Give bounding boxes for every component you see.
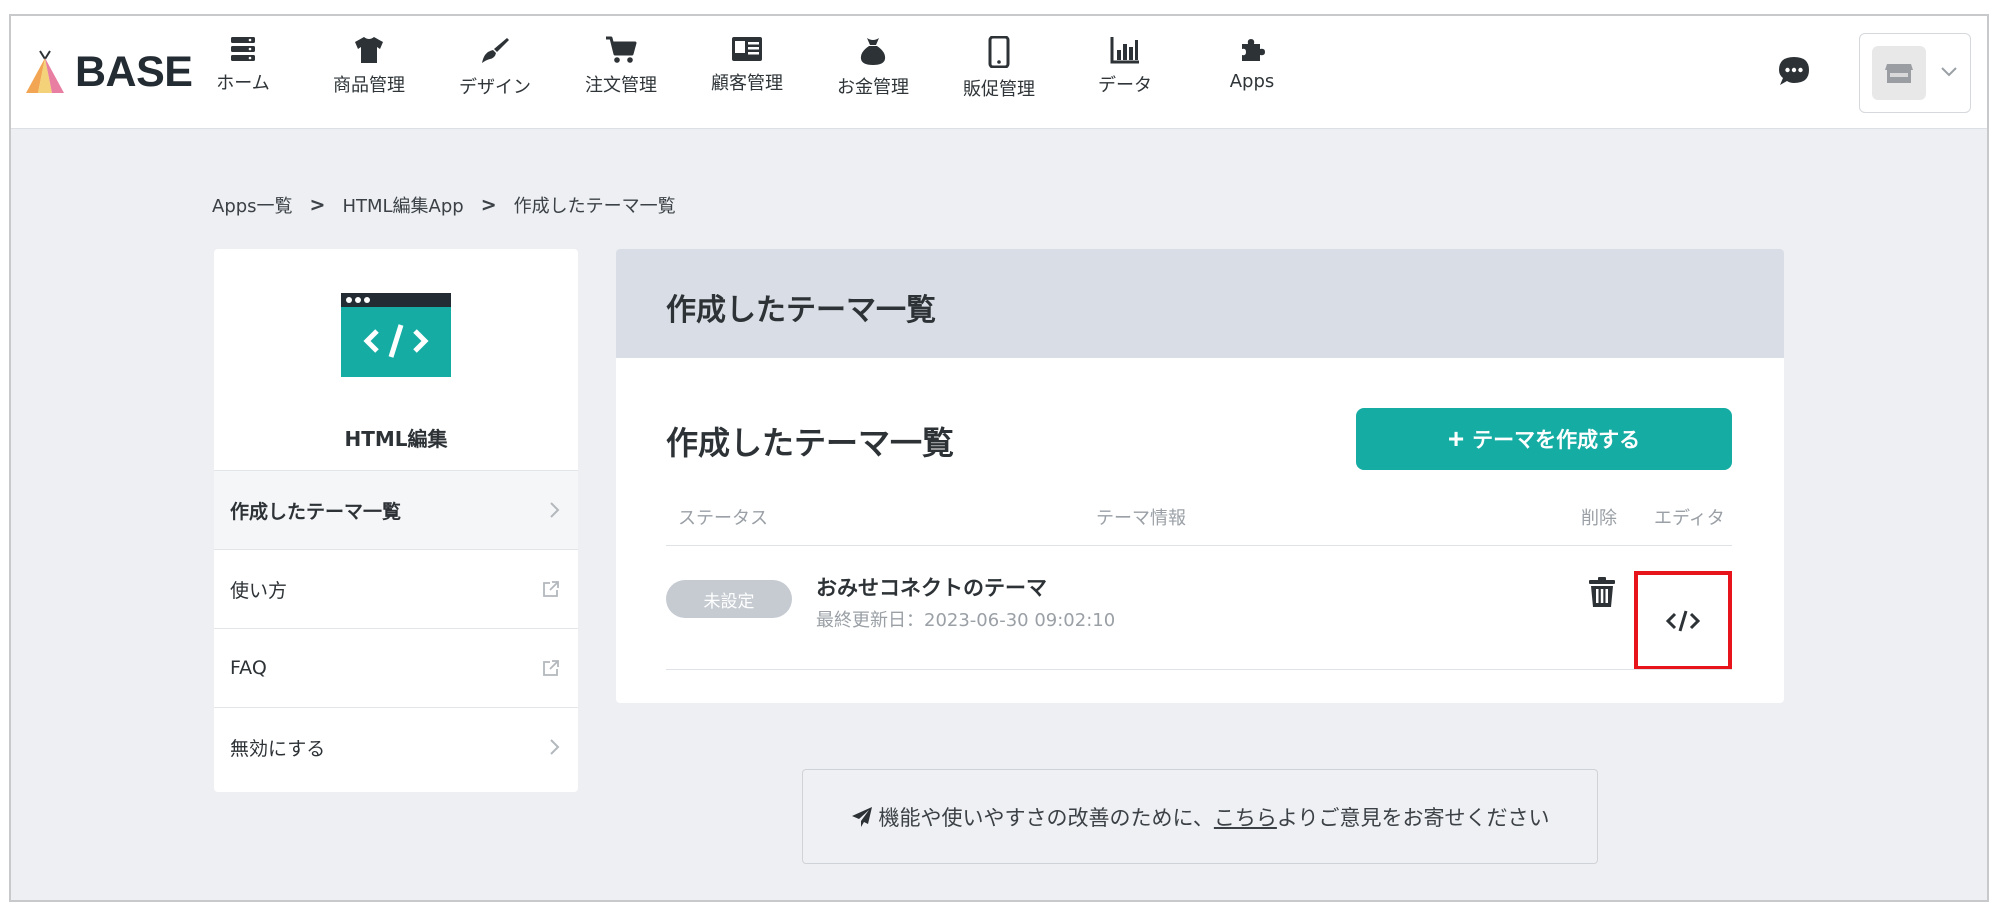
sidebar-item-label: 作成したテーマ一覧 <box>230 500 402 523</box>
delete-theme-button[interactable] <box>1588 576 1616 612</box>
nav-label: 顧客管理 <box>711 73 783 94</box>
feedback-link[interactable]: こちら <box>1214 802 1277 832</box>
sidebar-item-label: 無効にする <box>230 737 326 760</box>
chevron-right-icon <box>550 502 560 518</box>
nav-design[interactable]: デザイン <box>445 36 545 106</box>
nav-label: 販促管理 <box>963 79 1035 100</box>
nav-customers[interactable]: 顧客管理 <box>697 36 797 106</box>
tent-logo-icon <box>26 50 64 93</box>
open-editor-button[interactable] <box>1634 571 1732 670</box>
top-header: BASE ホーム 商品管理 デザイン 注文管理 顧客管理 お金管理 販促管理 デ… <box>11 16 1987 129</box>
trash-icon <box>1589 577 1615 607</box>
store-icon <box>1885 64 1913 83</box>
paintbrush-icon <box>482 38 509 63</box>
theme-updated-date: 最終更新日：2023-06-30 09:02:10 <box>816 610 1116 631</box>
breadcrumb-html-app[interactable]: HTML編集App <box>342 192 463 218</box>
page-title: 作成したテーマ一覧 <box>666 293 936 328</box>
create-theme-button[interactable]: + テーマを作成する <box>1356 408 1732 470</box>
sidebar-item-faq[interactable]: FAQ <box>214 628 578 707</box>
column-header-status: ステータス <box>678 508 768 529</box>
chevron-down-icon <box>1941 67 1957 77</box>
nav-apps[interactable]: Apps <box>1202 36 1302 106</box>
nav-label: 注文管理 <box>585 75 657 96</box>
sidebar-item-label: FAQ <box>230 657 267 679</box>
feedback-text: 機能や使いやすさの改善のために、 <box>878 805 1214 830</box>
table-divider <box>666 669 1732 670</box>
create-theme-label: テーマを作成する <box>1472 429 1641 452</box>
nav-money[interactable]: お金管理 <box>823 36 923 106</box>
breadcrumb-current: 作成したテーマ一覧 <box>513 196 676 217</box>
nav-label: Apps <box>1229 71 1275 92</box>
nav-promotion[interactable]: 販促管理 <box>949 36 1049 106</box>
breadcrumb-apps-list[interactable]: Apps一覧 <box>212 192 293 218</box>
nav-label: お金管理 <box>837 77 909 98</box>
feedback-banner: 機能や使いやすさの改善のために、 こちら よりご意見をお寄せください <box>802 769 1598 864</box>
tshirt-icon <box>355 37 383 63</box>
nav-products[interactable]: 商品管理 <box>319 36 419 106</box>
panel-header: 作成したテーマ一覧 <box>616 249 1784 358</box>
breadcrumb-separator: > <box>480 194 497 216</box>
nav-data[interactable]: データ <box>1075 36 1175 106</box>
code-icon <box>1666 610 1700 631</box>
app-frame: BASE ホーム 商品管理 デザイン 注文管理 顧客管理 お金管理 販促管理 デ… <box>9 14 1989 902</box>
theme-name: おみせコネクトのテーマ <box>816 576 1047 600</box>
chat-bubble-icon <box>1779 57 1809 85</box>
nav-orders[interactable]: 注文管理 <box>571 36 671 106</box>
nav-label: ホーム <box>216 73 270 94</box>
nav-label: データ <box>1098 75 1152 96</box>
shop-avatar <box>1872 46 1926 100</box>
nav-label: 商品管理 <box>333 75 405 96</box>
mobile-icon <box>988 36 1010 68</box>
sidebar-item-theme-list[interactable]: 作成したテーマ一覧 <box>214 470 578 549</box>
address-card-icon <box>732 37 762 61</box>
column-header-theme-info: テーマ情報 <box>1096 508 1186 529</box>
sidebar-item-label: 使い方 <box>230 579 288 602</box>
breadcrumb-separator: > <box>309 194 326 216</box>
nav-home[interactable]: ホーム <box>193 36 293 106</box>
shop-menu-button[interactable] <box>1859 33 1971 113</box>
feedback-text: よりご意見をお寄せください <box>1276 805 1550 830</box>
chevron-right-icon <box>550 739 560 755</box>
app-sidebar: HTML編集 作成したテーマ一覧 使い方 FAQ 無効にする <box>214 249 578 792</box>
nav-label: デザイン <box>459 77 531 98</box>
sidebar-item-how-to[interactable]: 使い方 <box>214 549 578 628</box>
table-divider <box>666 545 1732 546</box>
paper-plane-icon <box>851 806 872 827</box>
external-link-icon <box>543 660 559 676</box>
server-icon <box>231 37 255 61</box>
base-logo[interactable]: BASE <box>25 46 193 98</box>
breadcrumb: Apps一覧 > HTML編集App > 作成したテーマ一覧 <box>212 192 676 218</box>
html-editor-app-icon <box>341 293 451 377</box>
money-bag-icon <box>860 38 886 65</box>
puzzle-icon <box>1242 39 1265 61</box>
theme-list-panel: 作成したテーマ一覧 作成したテーマ一覧 + テーマを作成する ステータス テーマ… <box>616 249 1784 703</box>
bar-chart-icon <box>1110 37 1139 64</box>
column-header-delete: 削除 <box>1581 508 1617 529</box>
sidebar-item-disable[interactable]: 無効にする <box>214 707 578 786</box>
logo-text: BASE <box>75 47 193 96</box>
app-name: HTML編集 <box>344 427 448 451</box>
section-title: 作成したテーマ一覧 <box>666 424 955 462</box>
cart-icon <box>606 36 637 63</box>
column-header-editor: エディタ <box>1654 508 1725 529</box>
plus-icon: + <box>1447 423 1465 454</box>
external-link-icon <box>543 581 559 597</box>
chat-button[interactable] <box>1776 54 1812 90</box>
status-badge: 未設定 <box>666 580 792 618</box>
